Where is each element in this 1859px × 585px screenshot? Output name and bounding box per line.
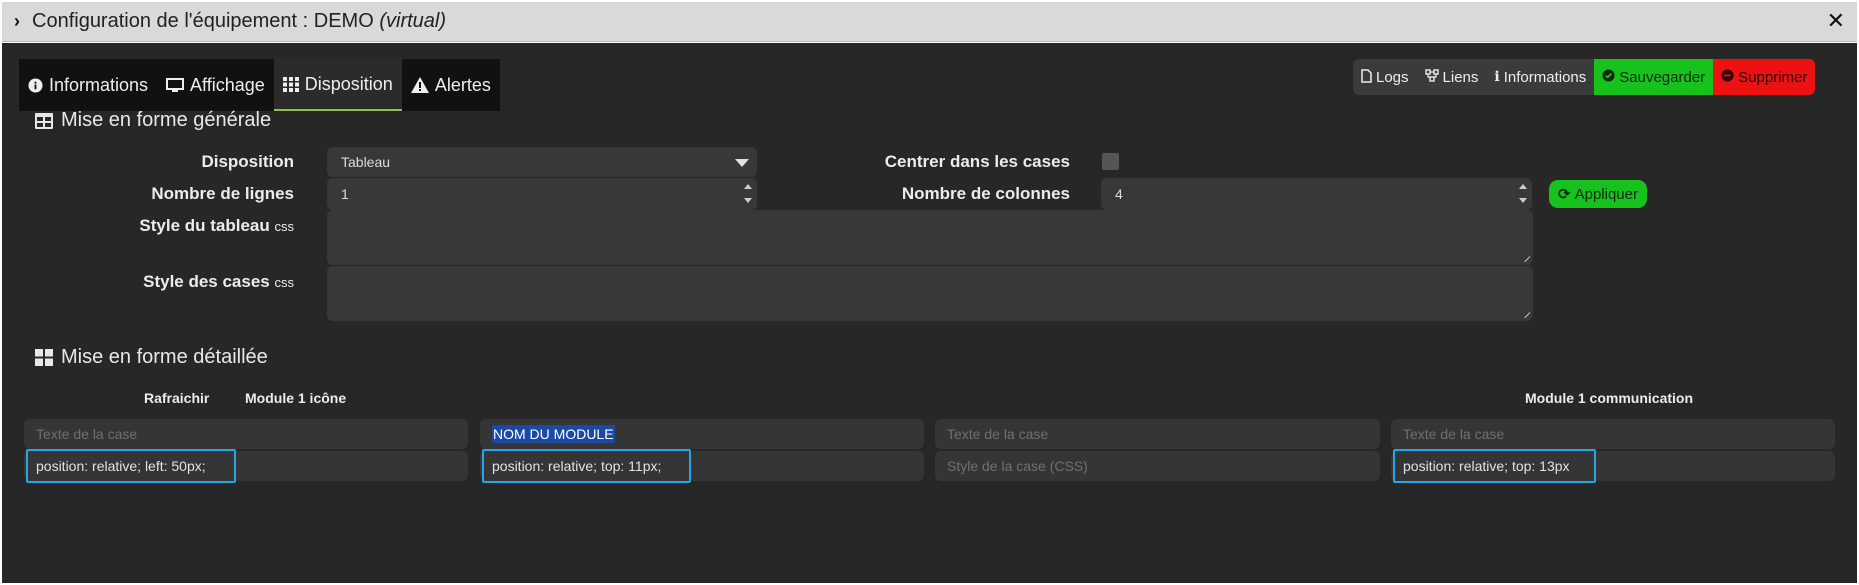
tab-affichage[interactable]: Affichage <box>157 59 274 111</box>
cols-value: 4 <box>1115 186 1123 202</box>
check-circle-icon <box>1602 69 1615 85</box>
cell-3-text-input[interactable]: Texte de la case <box>935 419 1380 449</box>
cell-style-label: Style des cases css <box>102 272 294 292</box>
col-label-module-comm: Module 1 communication <box>1525 390 1694 406</box>
refresh-icon: ⟳ <box>1558 186 1571 203</box>
close-icon[interactable]: ✕ <box>1827 8 1845 34</box>
cell-3-style-placeholder: Style de la case (CSS) <box>947 458 1088 474</box>
table-style-textarea[interactable] <box>327 210 1533 265</box>
cell-4-text-input[interactable]: Texte de la case <box>1391 419 1835 449</box>
disposition-value: Tableau <box>341 154 391 170</box>
css-suffix: css <box>274 275 295 290</box>
apply-label: Appliquer <box>1574 185 1638 203</box>
general-section-text: Mise en forme générale <box>61 109 272 131</box>
tab-label: Informations <box>49 74 149 95</box>
cell-2-highlight-box <box>482 449 691 483</box>
cell-4-highlight-box <box>1393 449 1596 483</box>
rows-input[interactable]: 1 <box>327 178 757 210</box>
rows-label: Nombre de lignes <box>151 184 294 203</box>
tab-label: Alertes <box>434 74 491 95</box>
cell-2-text-value: NOM DU MODULE <box>492 425 615 443</box>
tab-bar: Informations Affichage Disposition Alert… <box>19 59 500 111</box>
detailed-section-text: Mise en forme détaillée <box>61 346 268 368</box>
window-title: Configuration de l'équipement : DEMO (vi… <box>32 10 446 33</box>
windows-grid-icon <box>35 349 53 366</box>
informations-label: Informations <box>1503 68 1587 86</box>
save-label: Sauvegarder <box>1619 68 1706 86</box>
table-style-text: Style du tableau <box>139 216 270 235</box>
cell-3-text-placeholder: Texte de la case <box>947 426 1049 442</box>
warning-icon <box>410 77 429 93</box>
col-label-refresh: Rafraichir <box>144 390 210 406</box>
col-label-module-icon: Module 1 icône <box>245 390 347 406</box>
info-icon: i <box>1494 69 1500 85</box>
apply-button[interactable]: ⟳ Appliquer <box>1549 180 1647 208</box>
cell-4-text-placeholder: Texte de la case <box>1403 426 1505 442</box>
center-checkbox[interactable] <box>1102 153 1119 170</box>
links-label: Liens <box>1442 68 1479 86</box>
monitor-icon <box>166 77 185 93</box>
cols-input[interactable]: 4 <box>1101 178 1532 210</box>
delete-button[interactable]: Supprimer <box>1713 59 1816 95</box>
chevron-right-icon[interactable]: › <box>2 11 32 32</box>
table-style-label: Style du tableau css <box>102 216 294 236</box>
general-section-title: Mise en forme générale <box>35 109 271 132</box>
tab-label: Disposition <box>304 73 393 94</box>
detailed-section-title: Mise en forme détaillée <box>35 346 268 369</box>
sitemap-icon <box>1424 69 1439 85</box>
css-suffix: css <box>274 219 295 234</box>
title-bar: › Configuration de l'équipement : DEMO (… <box>2 2 1857 42</box>
cell-1-text-input[interactable]: Texte de la case <box>24 419 468 449</box>
disposition-select[interactable]: Tableau <box>327 147 757 177</box>
cell-1-highlight-box <box>26 449 236 483</box>
informations-button[interactable]: i Informations <box>1486 59 1594 95</box>
config-content: Informations Affichage Disposition Alert… <box>2 43 1857 583</box>
cols-label: Nombre de colonnes <box>901 184 1070 203</box>
rows-value: 1 <box>341 186 349 202</box>
logs-button[interactable]: Logs <box>1353 59 1417 95</box>
tab-disposition[interactable]: Disposition <box>273 59 402 111</box>
tab-label: Affichage <box>190 74 265 95</box>
cell-style-text: Style des cases <box>143 272 270 291</box>
info-circle-icon <box>28 77 43 93</box>
cell-1-text-placeholder: Texte de la case <box>36 426 138 442</box>
save-button[interactable]: Sauvegarder <box>1594 59 1714 95</box>
cell-3-style-input[interactable]: Style de la case (CSS) <box>935 451 1380 481</box>
grid-icon <box>282 76 299 92</box>
tab-informations[interactable]: Informations <box>19 59 157 111</box>
center-label: Centrer dans les cases <box>884 152 1070 171</box>
cols-spinner[interactable] <box>1518 181 1528 209</box>
rows-spinner[interactable] <box>743 181 753 209</box>
tab-alertes[interactable]: Alertes <box>402 59 500 111</box>
action-toolbar: Logs Liens i Informations Sauvegarder Su… <box>1353 59 1816 95</box>
disposition-label: Disposition <box>201 152 294 171</box>
minus-circle-icon <box>1721 69 1734 85</box>
delete-label: Supprimer <box>1738 68 1808 86</box>
window-title-text: Configuration de l'équipement : DEMO <box>32 10 380 32</box>
equipment-config-window: › Configuration de l'équipement : DEMO (… <box>0 0 1859 585</box>
links-button[interactable]: Liens <box>1417 59 1487 95</box>
cell-2-text-input[interactable]: NOM DU MODULE <box>480 419 924 449</box>
table-icon <box>35 112 53 129</box>
window-title-virtual: (virtual) <box>379 10 447 32</box>
file-icon <box>1361 68 1372 86</box>
logs-label: Logs <box>1376 68 1409 86</box>
cell-style-textarea[interactable] <box>327 266 1533 321</box>
